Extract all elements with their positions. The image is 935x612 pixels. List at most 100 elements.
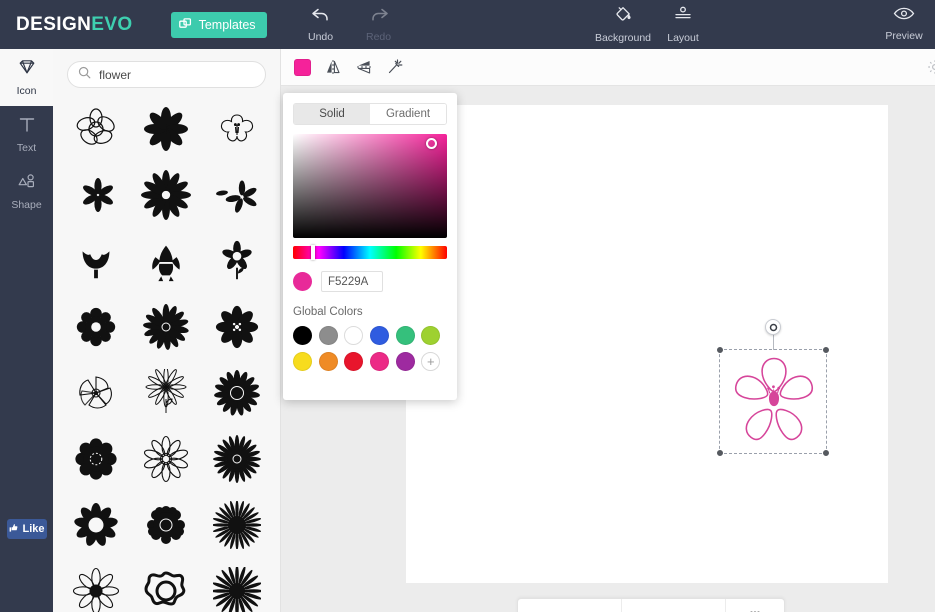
icon-result-sunflower-ring-solid[interactable] xyxy=(202,360,272,426)
sidebar-item-label: Icon xyxy=(16,85,37,98)
undo-button[interactable]: Undo xyxy=(293,6,349,43)
templates-icon xyxy=(178,17,193,32)
saturation-value-area[interactable] xyxy=(293,134,447,238)
icon-result-lily-solid[interactable] xyxy=(131,228,201,294)
layout-button[interactable]: Layout xyxy=(655,5,711,44)
sidebar-item-label: Text xyxy=(16,142,37,155)
sv-marker[interactable] xyxy=(426,138,437,149)
global-color-swatch[interactable] xyxy=(344,352,364,371)
hex-row xyxy=(293,271,447,292)
bottom-bar-cell[interactable] xyxy=(518,599,622,612)
current-color-swatch xyxy=(293,272,312,291)
icon-result-flower-stem-solid[interactable] xyxy=(202,228,272,294)
templates-label: Templates xyxy=(198,17,256,32)
global-color-swatch[interactable] xyxy=(293,326,312,345)
icon-result-flower-8-petal-dense[interactable] xyxy=(131,162,201,228)
sidebar-item-label: Shape xyxy=(11,199,42,212)
global-color-swatch[interactable] xyxy=(318,326,338,345)
bottom-bar-cell[interactable] xyxy=(622,599,726,612)
facebook-like-button[interactable]: Like xyxy=(7,519,47,539)
icon-result-gear-flower-solid[interactable] xyxy=(61,294,131,360)
like-label: Like xyxy=(22,523,45,535)
fill-color-swatch[interactable] xyxy=(294,58,311,76)
icon-result-thin-daisy-outline[interactable] xyxy=(131,360,201,426)
tab-gradient[interactable]: Gradient xyxy=(370,104,446,124)
icon-result-scallop-ring-solid[interactable] xyxy=(61,426,131,492)
eye-icon xyxy=(892,5,916,28)
settings-icon[interactable] xyxy=(927,59,935,80)
flip-vertical-button[interactable] xyxy=(355,58,373,76)
global-color-swatch[interactable] xyxy=(369,326,389,345)
text-t-icon xyxy=(16,115,38,140)
background-button[interactable]: Background xyxy=(594,5,652,44)
icon-result-spiky-burst-solid[interactable] xyxy=(202,558,272,612)
icon-result-flower-outline-overlap[interactable] xyxy=(61,96,131,162)
search-input[interactable] xyxy=(99,67,249,82)
flip-horizontal-button[interactable] xyxy=(324,58,342,76)
left-rail: Icon Text Shape Like xyxy=(0,49,53,612)
icon-result-spiky-ring-solid[interactable] xyxy=(202,426,272,492)
icon-result-blob-ring-outline[interactable] xyxy=(131,558,201,612)
rotate-icon xyxy=(769,323,777,331)
search-container xyxy=(53,49,280,96)
preview-button[interactable]: Preview xyxy=(876,5,932,42)
redo-button[interactable]: Redo xyxy=(351,6,407,43)
selected-flower-object[interactable] xyxy=(723,353,825,457)
preview-label: Preview xyxy=(885,30,923,42)
global-color-swatch[interactable] xyxy=(318,352,338,371)
hue-slider[interactable] xyxy=(293,245,447,260)
rotate-handle[interactable] xyxy=(765,319,781,335)
hex-input[interactable] xyxy=(321,271,383,292)
resize-handle-bottom-right[interactable] xyxy=(822,449,830,457)
selection-bounding-box[interactable] xyxy=(716,319,830,457)
canvas-bottom-bar: ••• xyxy=(517,598,785,612)
icon-result-gear-ring-solid[interactable] xyxy=(131,492,201,558)
global-color-swatch[interactable] xyxy=(395,326,415,345)
app-header: DESIGNEVO Templates Undo Redo Background… xyxy=(0,0,935,49)
icon-result-pinwheel-outline[interactable] xyxy=(61,360,131,426)
icon-result-hibiscus-outline[interactable] xyxy=(202,96,272,162)
layout-label: Layout xyxy=(667,32,699,44)
icon-result-daisy-dark-center[interactable] xyxy=(61,558,131,612)
design-canvas[interactable] xyxy=(406,105,888,583)
global-color-swatch[interactable] xyxy=(395,352,415,371)
magic-wand-icon[interactable] xyxy=(386,58,404,76)
global-color-swatch[interactable] xyxy=(344,326,364,345)
icon-result-petal-ring-open[interactable] xyxy=(61,492,131,558)
templates-button[interactable]: Templates xyxy=(170,11,267,38)
icon-result-flower-scatter-petals[interactable] xyxy=(202,162,272,228)
icon-result-daisy-outline-ring[interactable] xyxy=(131,426,201,492)
global-color-swatch[interactable] xyxy=(293,352,312,371)
rotate-stem xyxy=(772,333,774,350)
resize-handle-top-right[interactable] xyxy=(822,346,830,354)
icon-result-daisy-ring-solid[interactable] xyxy=(131,294,201,360)
redo-label: Redo xyxy=(366,31,392,44)
shapes-icon xyxy=(16,172,38,197)
icon-result-flower-dots-solid[interactable] xyxy=(202,294,272,360)
icon-result-flower-8-petal-solid[interactable] xyxy=(131,96,201,162)
global-colors-grid: + xyxy=(293,326,447,371)
sidebar-item-text[interactable]: Text xyxy=(0,106,53,163)
icon-result-sunburst-solid[interactable] xyxy=(202,492,272,558)
sidebar-item-icon[interactable]: Icon xyxy=(0,49,53,106)
bottom-bar-more-button[interactable]: ••• xyxy=(726,599,784,612)
color-mode-tabs: Solid Gradient xyxy=(293,103,447,125)
sidebar-item-shape[interactable]: Shape xyxy=(0,163,53,220)
color-picker-popover[interactable]: Solid Gradient Global Colors + xyxy=(283,93,457,400)
icon-result-flower-6-petal-small[interactable] xyxy=(61,162,131,228)
paint-bucket-icon xyxy=(612,5,634,30)
search-box[interactable] xyxy=(67,61,266,88)
hue-slider-handle[interactable] xyxy=(311,245,315,260)
icon-result-tulip-solid[interactable] xyxy=(61,228,131,294)
thumbs-up-icon xyxy=(9,523,19,536)
redo-icon xyxy=(368,6,390,29)
global-color-swatch[interactable] xyxy=(369,352,389,371)
resize-handle-top-left[interactable] xyxy=(716,346,724,354)
global-color-swatch[interactable] xyxy=(421,326,441,345)
background-label: Background xyxy=(594,32,652,44)
search-icon xyxy=(78,66,91,84)
app-logo[interactable]: DESIGNEVO xyxy=(16,14,133,36)
add-color-button[interactable]: + xyxy=(421,352,441,371)
resize-handle-bottom-left[interactable] xyxy=(716,449,724,457)
tab-solid[interactable]: Solid xyxy=(294,104,370,124)
